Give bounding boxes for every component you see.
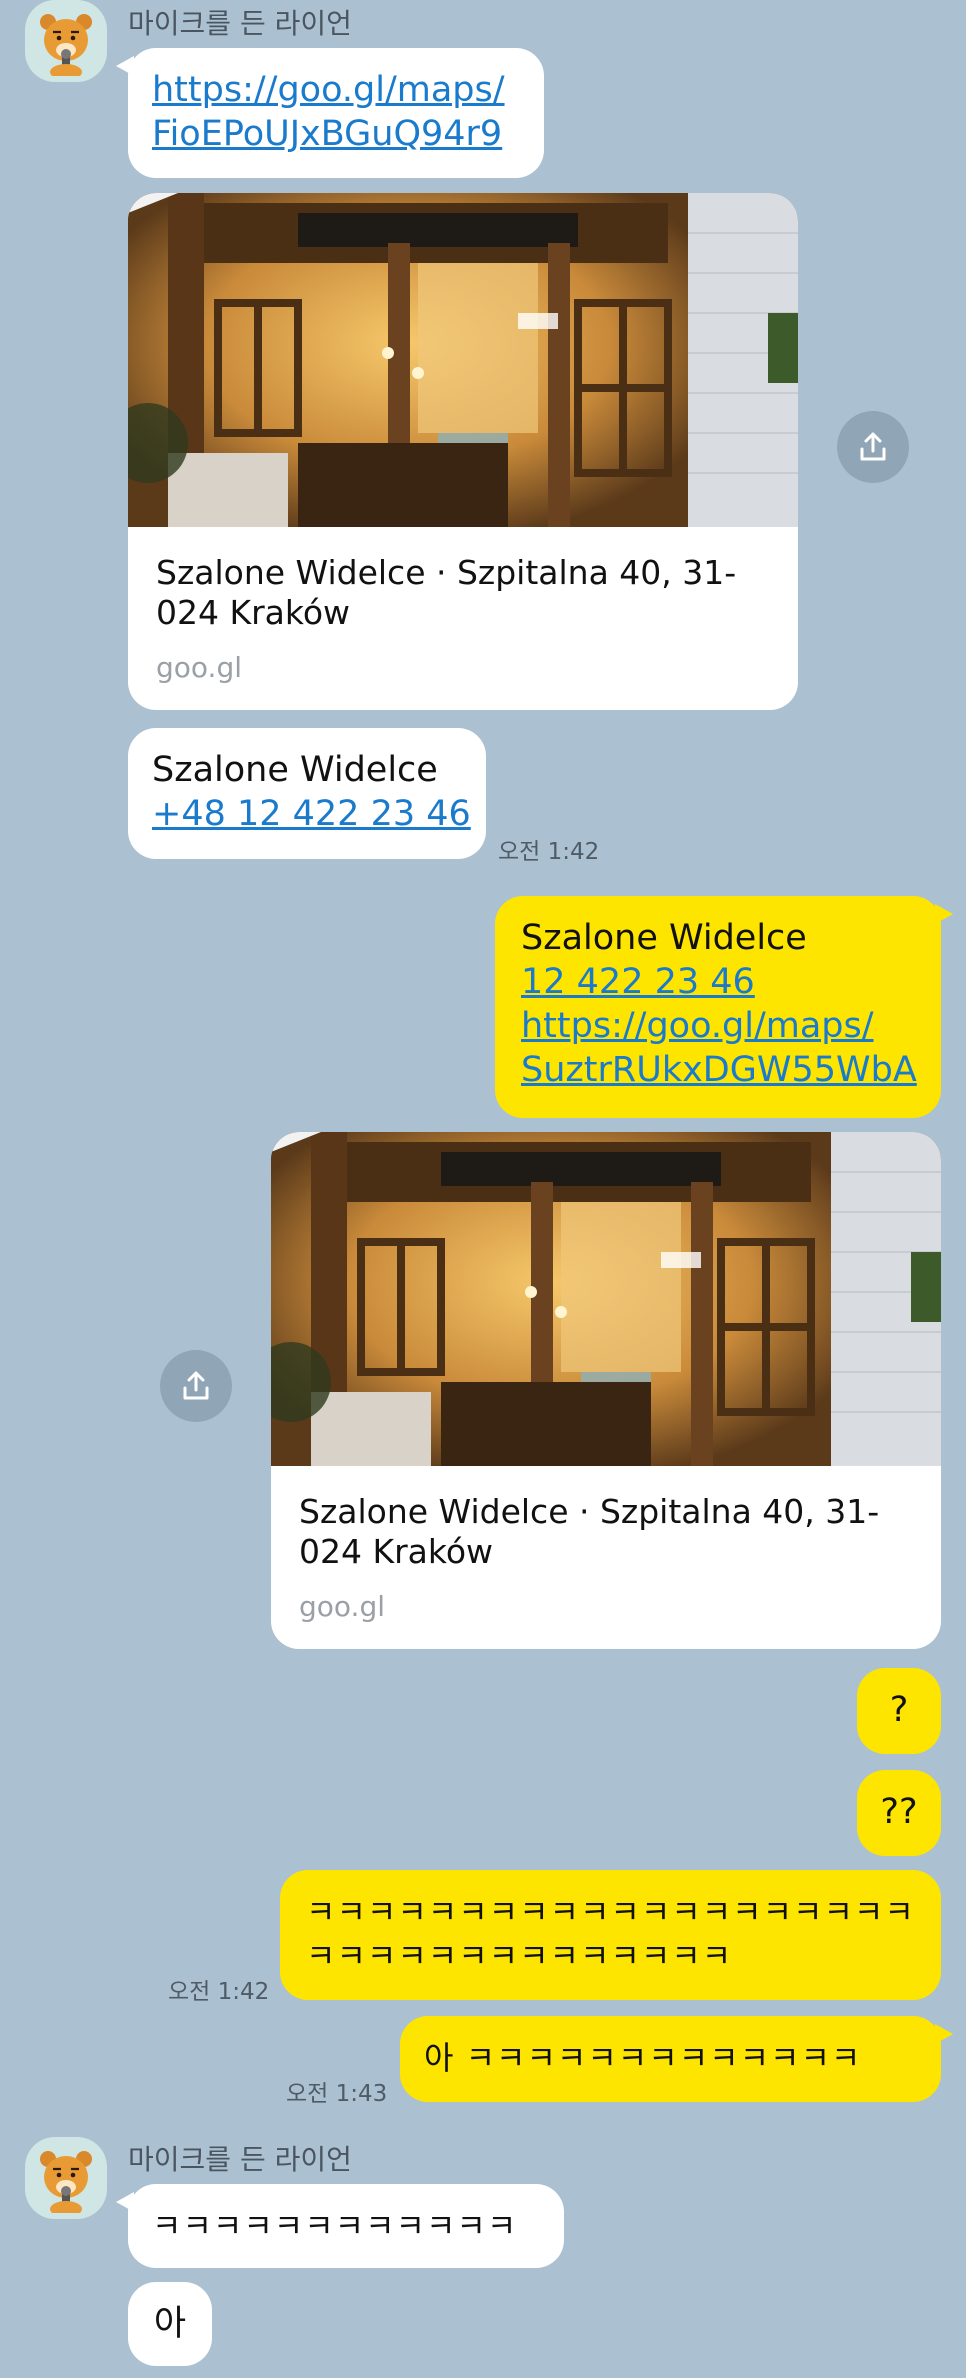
preview-title: Szalone Widelce · Szpitalna 40, 31-024 K… xyxy=(156,553,737,632)
message-bubble[interactable]: 아 xyxy=(128,2282,212,2366)
message-text: ㅋㅋㅋㅋㅋㅋㅋㅋㅋㅋㅋㅋㅋㅋㅋㅋㅋㅋㅋㅋ xyxy=(306,1893,915,1931)
my-message-bubble[interactable]: 아 ㅋㅋㅋㅋㅋㅋㅋㅋㅋㅋㅋㅋㅋ xyxy=(400,2016,953,2102)
bubble-tail xyxy=(116,2192,134,2212)
sender-avatar[interactable] xyxy=(25,0,107,82)
contact-name: Szalone Widelce xyxy=(152,750,438,790)
sender-name: 마이크를 든 라이언 xyxy=(128,7,352,40)
restaurant-photo xyxy=(128,193,798,527)
message-bubble[interactable]: https://goo.gl/maps/ FioEPoUJxBGuQ94r9 xyxy=(116,48,544,178)
lion-avatar-icon xyxy=(40,2151,92,2213)
share-icon xyxy=(183,1371,209,1400)
share-button[interactable] xyxy=(160,1350,232,1422)
message-text: ? xyxy=(889,1690,909,1730)
bubble-tail xyxy=(116,56,134,76)
message-time: 오전 1:42 xyxy=(168,1979,270,2005)
map-link[interactable]: https://goo.gl/maps/ xyxy=(521,1004,915,1048)
map-link-continued[interactable]: FioEPoUJxBGuQ94r9 xyxy=(152,112,520,156)
restaurant-photo xyxy=(271,1132,941,1466)
message-bubble[interactable]: ㅋㅋㅋㅋㅋㅋㅋㅋㅋㅋㅋㅋ xyxy=(116,2184,564,2268)
map-link[interactable]: https://goo.gl/maps/ xyxy=(152,68,520,112)
my-message-bubble[interactable]: ?? xyxy=(857,1770,941,1856)
lion-avatar-icon xyxy=(40,14,92,76)
my-message-bubble[interactable]: Szalone Widelce 12 422 23 46 https://goo… xyxy=(495,896,953,1118)
my-message-bubble[interactable]: ㅋㅋㅋㅋㅋㅋㅋㅋㅋㅋㅋㅋㅋㅋㅋㅋㅋㅋㅋㅋ ㅋㅋㅋㅋㅋㅋㅋㅋㅋㅋㅋㅋㅋㅋ xyxy=(280,1870,941,2000)
preview-domain: goo.gl xyxy=(156,651,242,684)
message-text: 아 ㅋㅋㅋㅋㅋㅋㅋㅋㅋㅋㅋㅋㅋ xyxy=(424,2039,862,2077)
preview-domain: goo.gl xyxy=(299,1590,385,1623)
message-bubble[interactable]: Szalone Widelce +48 12 422 23 46 xyxy=(128,728,486,859)
message-text: ?? xyxy=(880,1792,918,1832)
bubble-tail xyxy=(935,2024,953,2044)
bubble-tail xyxy=(935,904,953,924)
map-link-continued[interactable]: SuztrRUkxDGW55WbA xyxy=(521,1048,917,1092)
preview-title: Szalone Widelce · Szpitalna 40, 31-024 K… xyxy=(299,1492,880,1571)
message-text: 아 xyxy=(153,2304,187,2344)
link-preview-card[interactable]: Szalone Widelce · Szpitalna 40, 31-024 K… xyxy=(128,193,798,710)
sender-avatar[interactable] xyxy=(25,2137,107,2219)
contact-name: Szalone Widelce xyxy=(521,918,807,958)
message-time: 오전 1:42 xyxy=(498,839,600,865)
sender-name: 마이크를 든 라이언 xyxy=(128,2143,352,2176)
my-message-bubble[interactable]: ? xyxy=(857,1668,941,1754)
message-text: ㅋㅋㅋㅋㅋㅋㅋㅋㅋㅋㅋㅋ xyxy=(152,2207,518,2245)
share-icon xyxy=(860,432,886,461)
phone-link[interactable]: +48 12 422 23 46 xyxy=(152,792,471,836)
message-text-continued: ㅋㅋㅋㅋㅋㅋㅋㅋㅋㅋㅋㅋㅋㅋ xyxy=(306,1937,733,1975)
link-preview-card[interactable]: Szalone Widelce · Szpitalna 40, 31-024 K… xyxy=(271,1132,941,1649)
phone-link[interactable]: 12 422 23 46 xyxy=(521,960,915,1004)
share-button[interactable] xyxy=(837,411,909,483)
message-time: 오전 1:43 xyxy=(286,2081,388,2107)
